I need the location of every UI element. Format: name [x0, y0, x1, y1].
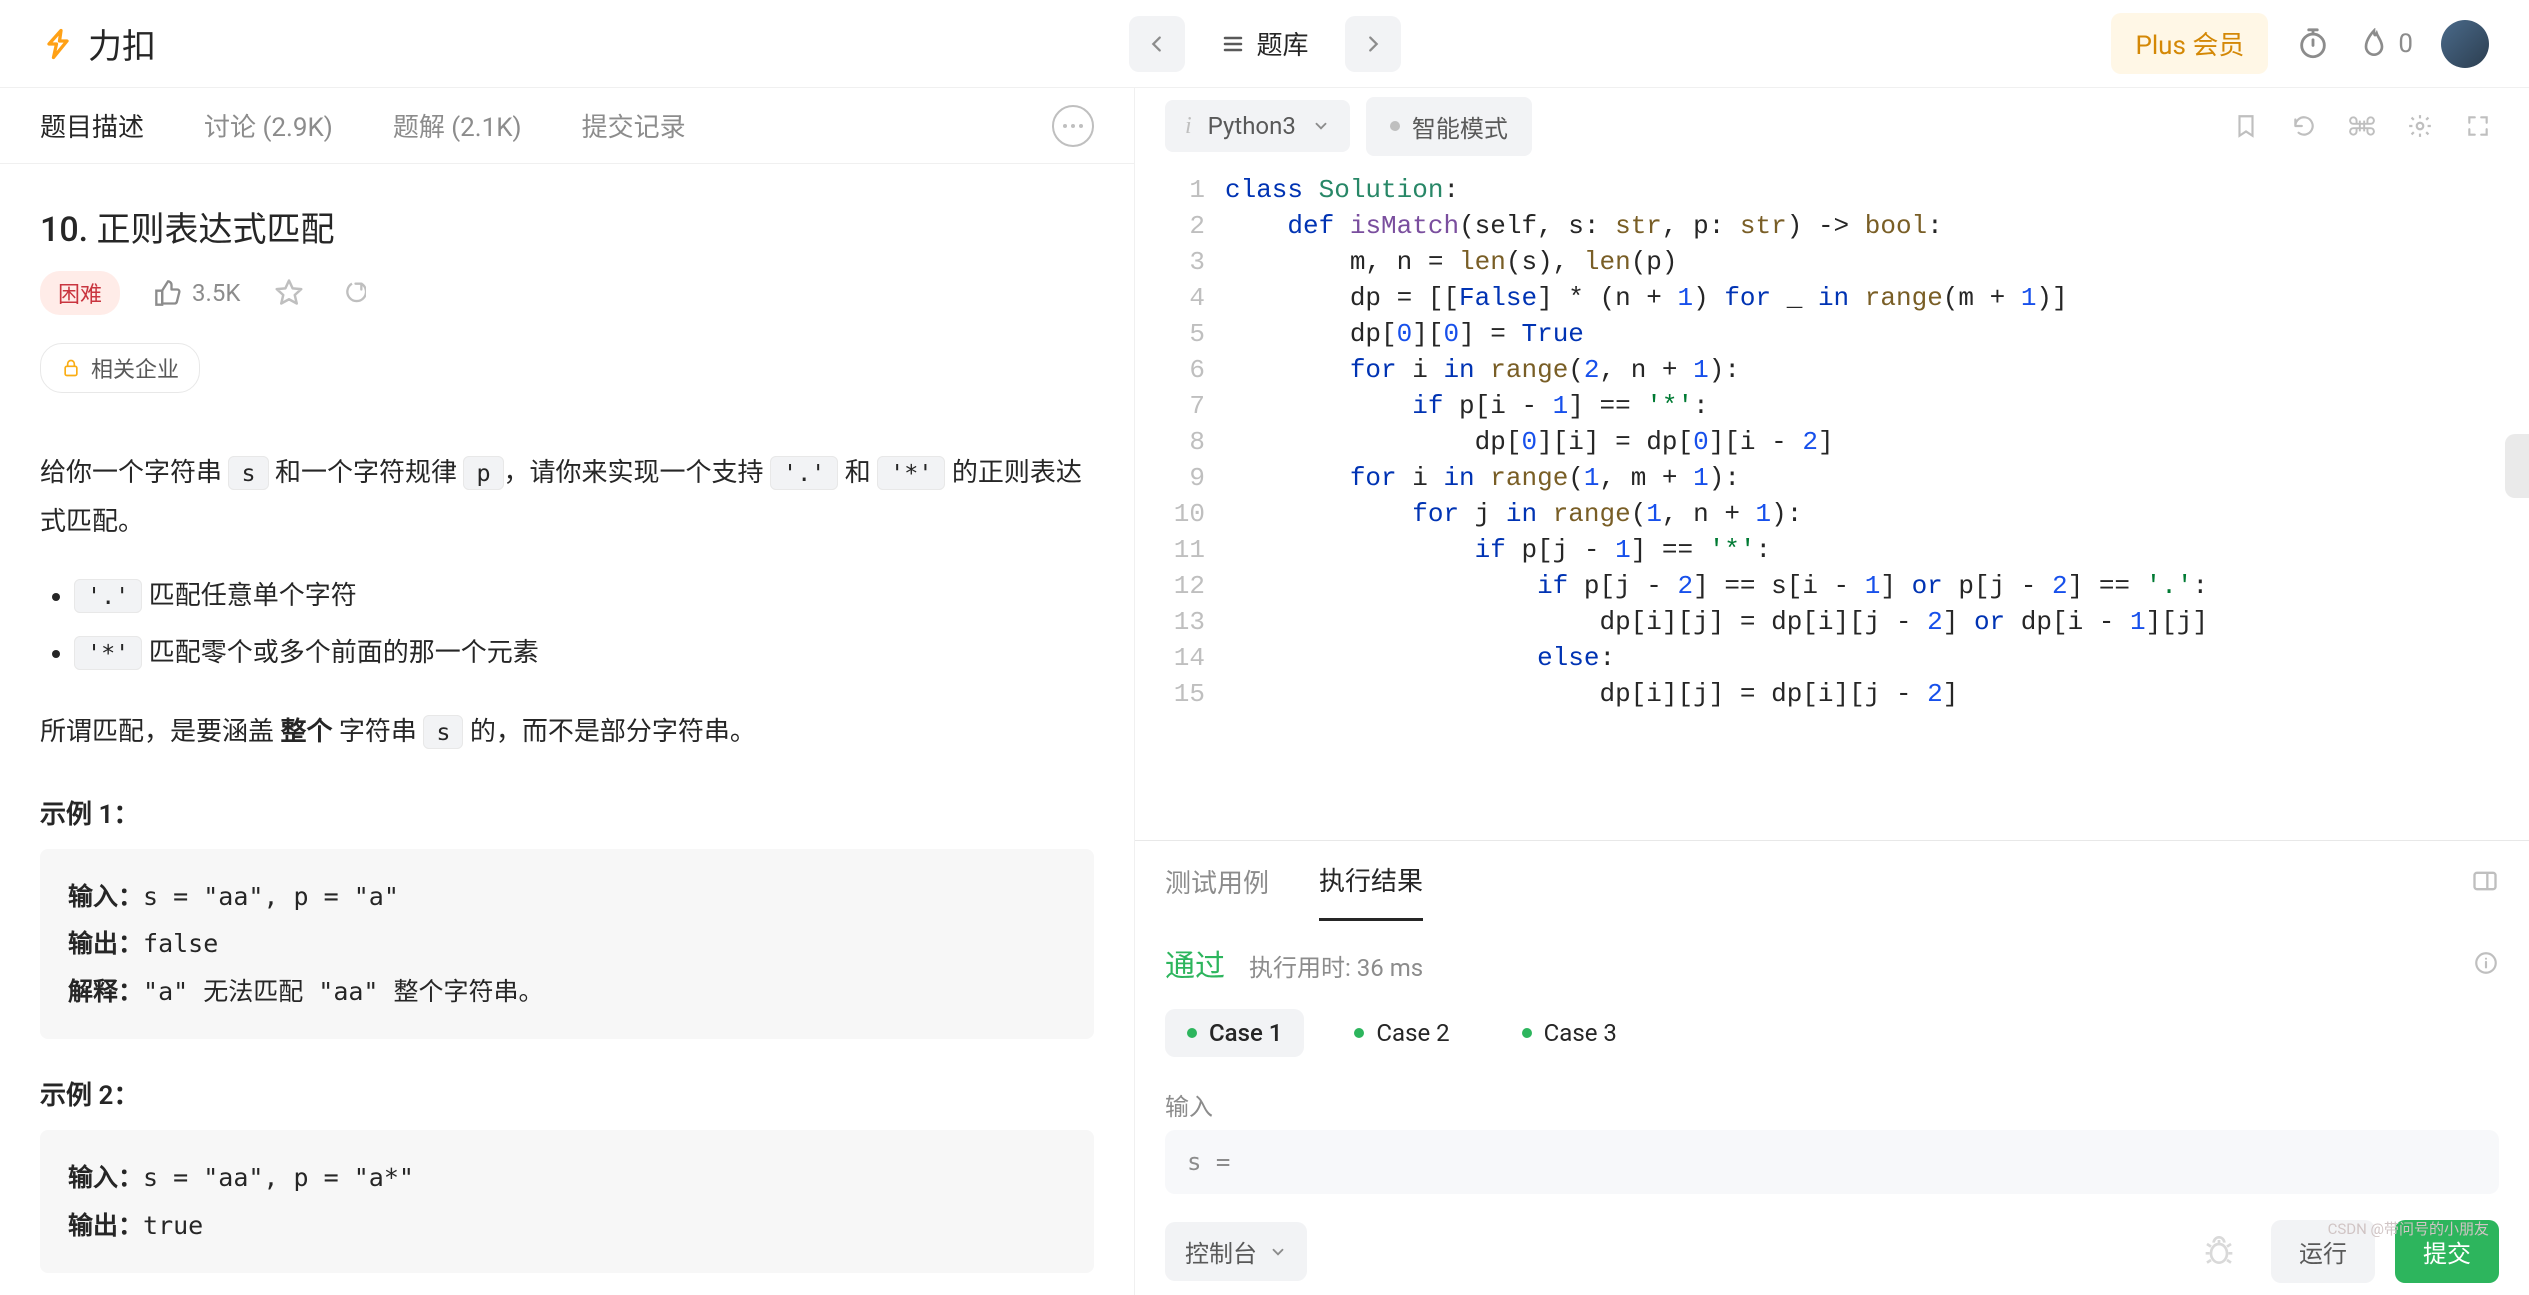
tab-solutions[interactable]: 题解 (2.1K)	[393, 87, 522, 164]
bullets: '.' 匹配任意单个字符 '*' 匹配零个或多个前面的那一个元素	[40, 568, 1094, 682]
pass-dot-icon	[1522, 1028, 1532, 1038]
side-collapse-tab[interactable]	[2505, 434, 2529, 498]
reset-icon[interactable]	[2283, 105, 2325, 147]
like-count: 3.5K	[192, 279, 240, 307]
bookmark-icon[interactable]	[2225, 105, 2267, 147]
pass-dot-icon	[1187, 1028, 1197, 1038]
top-nav: 力扣 题库 Plus 会员 0	[0, 0, 2529, 88]
input-box[interactable]: s =	[1165, 1130, 2499, 1194]
company-tag[interactable]: 相关企业	[40, 343, 200, 393]
case-3[interactable]: Case 3	[1500, 1009, 1639, 1057]
example2-head: 示例 2：	[40, 1075, 1094, 1112]
tab-testcases[interactable]: 测试用例	[1165, 841, 1269, 921]
console-button[interactable]: 控制台	[1165, 1222, 1307, 1281]
brand-text: 力扣	[88, 19, 156, 68]
tab-submissions[interactable]: 提交记录	[582, 87, 686, 164]
chevron-down-icon	[1269, 1243, 1287, 1261]
desc-p1: 给你一个字符串 s 和一个字符规律 p，请你来实现一个支持 '.' 和 '*' …	[40, 449, 1094, 548]
language-label: Python3	[1208, 112, 1296, 140]
lock-icon	[61, 358, 81, 378]
test-panel: 测试用例 执行结果 通过 执行用时: 36 ms Case 1 Case 2	[1135, 840, 2529, 1295]
fullscreen-icon[interactable]	[2457, 105, 2499, 147]
case-2[interactable]: Case 2	[1332, 1009, 1471, 1057]
bottom-bar: 控制台 运行 提交	[1135, 1208, 2529, 1295]
smart-mode-button[interactable]: 智能模式	[1366, 97, 1532, 156]
more-icon[interactable]	[1052, 105, 1094, 147]
difficulty-badge: 困难	[40, 271, 120, 315]
example1-head: 示例 1：	[40, 794, 1094, 831]
problem-title: 10. 正则表达式匹配	[40, 202, 1094, 251]
next-problem-button[interactable]	[1345, 16, 1401, 72]
nav-right: Plus 会员 0	[2111, 13, 2489, 74]
test-tabs: 测试用例 执行结果	[1135, 841, 2529, 921]
case-1[interactable]: Case 1	[1165, 1009, 1304, 1057]
logo-icon	[40, 26, 76, 62]
pass-dot-icon	[1354, 1028, 1364, 1038]
status-pass: 通过	[1165, 941, 1225, 985]
chevron-down-icon	[1312, 117, 1330, 135]
example1-box: 输入：s = "aa", p = "a" 输出：false 解释："a" 无法匹…	[40, 849, 1094, 1040]
expand-panel-icon[interactable]	[2471, 867, 2499, 895]
tab-discussion[interactable]: 讨论 (2.9K)	[204, 87, 333, 164]
problem-body[interactable]: 10. 正则表达式匹配 困难 3.5K 相关企业	[0, 164, 1134, 1295]
streak-icon[interactable]: 0	[2358, 28, 2413, 60]
cases-row: Case 1 Case 2 Case 3	[1135, 995, 2529, 1071]
editor-pane: i Python3 智能模式 123456789101112131415 cla…	[1135, 88, 2529, 1295]
left-tabs: 题目描述 讨论 (2.9K) 题解 (2.1K) 提交记录	[0, 88, 1134, 164]
line-numbers: 123456789101112131415	[1135, 172, 1225, 840]
example2-box: 输入：s = "aa", p = "a*" 输出：true	[40, 1130, 1094, 1273]
problem-list-label: 题库	[1256, 25, 1308, 62]
star-icon[interactable]	[274, 278, 304, 308]
runtime-text: 执行用时: 36 ms	[1249, 948, 1423, 983]
company-tag-label: 相关企业	[91, 352, 179, 384]
meta-row: 困难 3.5K	[40, 271, 1094, 315]
problem-list-button[interactable]: 题库	[1196, 16, 1332, 72]
language-selector[interactable]: i Python3	[1165, 100, 1350, 152]
logo[interactable]: 力扣	[40, 19, 156, 68]
tab-result[interactable]: 执行结果	[1319, 841, 1423, 921]
prev-problem-button[interactable]	[1128, 16, 1184, 72]
smart-mode-label: 智能模式	[1412, 109, 1508, 144]
tab-description[interactable]: 题目描述	[40, 87, 144, 164]
plus-button[interactable]: Plus 会员	[2111, 13, 2268, 74]
debug-icon[interactable]	[2203, 1236, 2251, 1268]
share-icon[interactable]	[338, 279, 366, 307]
code-editor[interactable]: 123456789101112131415 class Solution: de…	[1135, 164, 2529, 840]
avatar[interactable]	[2441, 20, 2489, 68]
like-button[interactable]: 3.5K	[154, 279, 240, 307]
input-label: 输入	[1135, 1071, 2529, 1130]
info-icon[interactable]	[2473, 950, 2499, 976]
nav-center: 题库	[1128, 16, 1400, 72]
timer-icon[interactable]	[2296, 27, 2330, 61]
result-row: 通过 执行用时: 36 ms	[1135, 921, 2529, 995]
shortcuts-icon[interactable]	[2341, 105, 2383, 147]
streak-count: 0	[2398, 29, 2413, 59]
editor-toolbar: i Python3 智能模式	[1135, 88, 2529, 164]
problem-pane: 题目描述 讨论 (2.9K) 题解 (2.1K) 提交记录 10. 正则表达式匹…	[0, 88, 1135, 1295]
desc-p2: 所谓匹配，是要涵盖 整个 字符串 s 的，而不是部分字符串。	[40, 708, 1094, 757]
submit-button[interactable]: 提交	[2395, 1220, 2499, 1283]
code-content[interactable]: class Solution: def isMatch(self, s: str…	[1225, 172, 2529, 840]
settings-icon[interactable]	[2399, 105, 2441, 147]
run-button[interactable]: 运行	[2271, 1220, 2375, 1283]
